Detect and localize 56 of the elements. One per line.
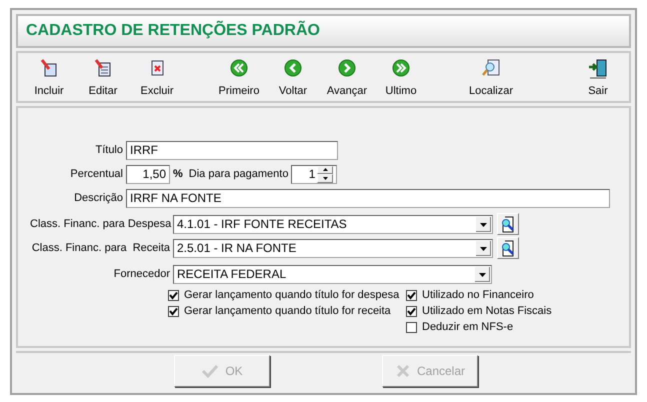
caret-down-icon [322,176,328,180]
toolbar-button[interactable]: Localizar [464,55,518,99]
input-field[interactable]: IRRF [126,140,338,160]
pencil-document-icon [94,59,112,77]
toolbar-button[interactable]: Excluir [130,55,184,99]
percent-sign: % [172,168,184,180]
spin-down-button[interactable] [317,174,334,182]
search-icon [481,59,501,77]
field-label: Fornecedor [112,268,171,280]
dropdown-button[interactable] [475,240,491,256]
field-label: Título [94,144,124,156]
arrow-right-icon [338,59,356,77]
field-label: Dia para pagamento [188,168,290,180]
spin-field[interactable]: 1 [291,164,338,184]
caret-up-icon [322,168,328,172]
checkbox-label: Utilizado em Notas Fiscais [422,305,552,317]
field-label: Descrição [73,192,124,204]
close-icon [394,363,411,379]
checkbox[interactable] [168,306,179,316]
checkbox[interactable] [406,306,417,316]
checkbox[interactable] [168,290,179,300]
checkbox-label: Deduzir em NFS-e [422,321,514,333]
toolbar-button[interactable]: Voltar [266,55,320,99]
double-arrow-left-icon [230,59,248,77]
field-label: Class. Financ. para Despesa [30,218,172,230]
window-title: CADASTRO DE RETENÇÕES PADRÃO [26,22,320,40]
checkbox-label: Gerar lançamento quando título for receita [184,305,391,317]
spin-up-button[interactable] [317,166,334,174]
toolbar-button[interactable]: Incluir [22,55,76,99]
toolbar-button[interactable]: Sair [571,55,625,99]
search-document-icon [500,240,516,256]
checkbox[interactable] [406,322,417,332]
checkbox-label: Gerar lançamento quando título for despesa [184,289,400,301]
search-document-icon [500,216,516,232]
toolbar-button[interactable]: Editar [76,55,130,99]
arrow-left-icon [284,59,302,77]
double-arrow-right-icon [392,59,410,77]
toolbar-button[interactable]: Primeiro [212,55,266,99]
dropdown-field[interactable]: 4.1.01 - IRF FONTE RECEITAS [173,214,493,234]
exit-door-icon [588,59,608,79]
input-field[interactable]: IRRF NA FONTE [126,188,610,208]
dropdown-field[interactable]: 2.5.01 - IR NA FONTE [173,238,493,258]
pencil-document-icon [40,59,58,77]
dropdown-field[interactable]: RECEITA FEDERAL [173,264,492,284]
lookup-button[interactable] [497,213,519,235]
field-label: Class. Financ. para Receita [30,242,171,254]
toolbar-button[interactable]: Ultimo [374,55,428,99]
lookup-button[interactable] [497,237,519,259]
check-icon [201,364,220,378]
checkbox[interactable] [406,290,417,300]
input-field[interactable]: 1,50 [126,164,170,184]
field-label: Percentual [69,168,124,180]
toolbar-button[interactable]: Avançar [320,55,374,99]
checkbox-label: Utilizado no Financeiro [422,289,534,301]
dropdown-button[interactable] [475,216,491,232]
dropdown-button[interactable] [474,266,490,282]
